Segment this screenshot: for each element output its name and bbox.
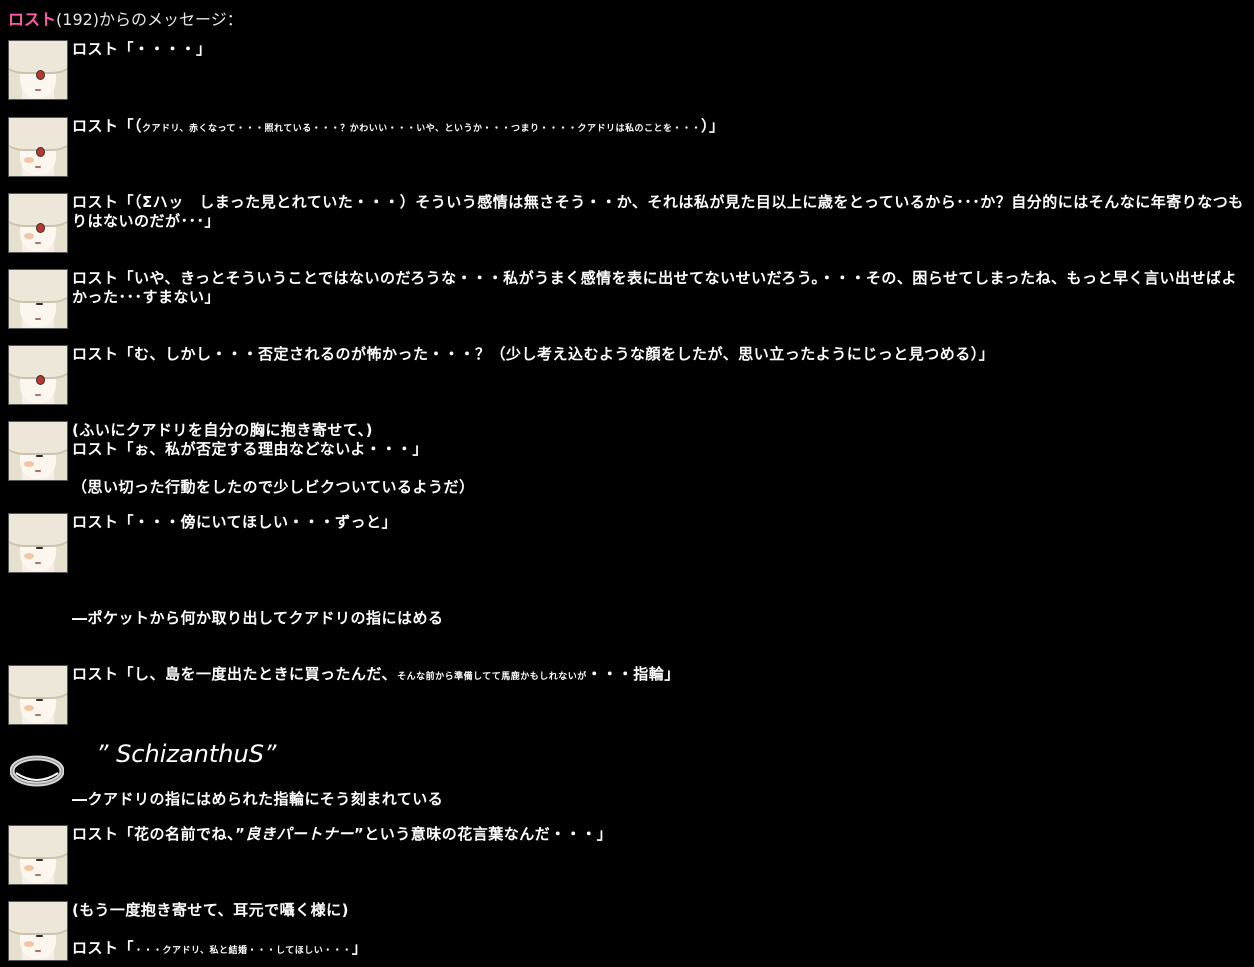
message-text: ロスト「いや、きっとそういうことではないのだろうな・・・私がうまく感情を表に出せ… <box>72 269 1237 306</box>
message-line <box>72 920 1252 939</box>
message-text: (もう一度抱き寄せて、耳元で囁く様に) ロスト「・・・クアドリ、私と結婚・・・し… <box>72 901 1252 961</box>
avatar-icon <box>8 421 68 481</box>
ring-inscription: ” SchizanthuS” <box>96 740 277 768</box>
message-prefix: ロスト「し、島を一度出たときに買ったんだ、 <box>72 665 398 683</box>
message-italic: 良きパートナー <box>245 825 354 843</box>
avatar-icon <box>8 345 68 405</box>
message-text: ロスト「花の名前でね、”良きパートナー”という意味の花言葉なんだ・・・」 <box>72 825 1252 844</box>
avatar-icon <box>8 40 68 100</box>
message-small: クアドリ、赤くなって・・・照れている・・・？かわいい・・・いや、というか・・・つ… <box>142 124 701 134</box>
message-small: そんな前から準備してて馬鹿かもしれないが <box>397 672 587 682</box>
header-suffix: (192)からのメッセージ： <box>56 10 243 29</box>
message-text: ロスト「・・・・」 <box>72 40 212 58</box>
message-prefix: ロスト「花の名前でね、” <box>72 825 246 843</box>
message-line: (もう一度抱き寄せて、耳元で囁く様に) <box>72 901 350 919</box>
avatar-icon <box>8 513 68 573</box>
message-prefix: ロスト「 <box>72 939 135 957</box>
message-text: ロスト「・・・傍にいてほしい・・・ずっと」 <box>72 513 398 531</box>
avatar-icon <box>8 269 68 329</box>
message-text: (ふいにクアドリを自分の胸に抱き寄せて、) ロスト「ぉ、私が否定する理由などない… <box>72 421 1252 497</box>
avatar-icon <box>8 825 68 885</box>
message-suffix: ”という意味の花言葉なんだ・・・」 <box>353 825 613 843</box>
message-text: ロスト「む、しかし・・・否定されるのが怖かった・・・？（少し考え込むような顔をし… <box>72 345 995 363</box>
message-line: （思い切った行動をしたので少しビクついているようだ） <box>72 478 475 496</box>
narration-text: ―クアドリの指にはめられた指輪にそう刻まれている <box>72 790 444 808</box>
ring-icon <box>10 755 64 787</box>
message-line: (ふいにクアドリを自分の胸に抱き寄せて、) <box>72 421 373 439</box>
message-suffix: 」 <box>351 939 368 957</box>
avatar-icon <box>8 193 68 253</box>
avatar-icon <box>8 901 68 961</box>
message-text: ロスト「（クアドリ、赤くなって・・・照れている・・・？かわいい・・・いや、という… <box>72 117 1252 139</box>
message-line <box>72 459 1252 478</box>
message-text: ロスト「し、島を一度出たときに買ったんだ、そんな前から準備してて馬鹿かもしれない… <box>72 665 1252 687</box>
message-text: ロスト「（Σハッ しまった見とれていた・・・）そういう感情は無さそう・・か、それ… <box>72 193 1244 230</box>
message-suffix: ）」 <box>701 117 725 135</box>
avatar-icon <box>8 665 68 725</box>
message-prefix: ロスト「（ <box>72 117 143 135</box>
avatar-icon <box>8 117 68 177</box>
message-line: ロスト「ぉ、私が否定する理由などないよ・・・」 <box>72 440 428 458</box>
message-header: ロスト(192)からのメッセージ： <box>8 6 243 30</box>
message-suffix: ・・・指輪」 <box>586 665 680 683</box>
narration-text: ―ポケットから何か取り出してクアドリの指にはめる <box>72 609 444 627</box>
message-small: ・・・クアドリ、私と結婚・・・してほしい・・・ <box>134 946 352 956</box>
sender-name[interactable]: ロスト <box>8 10 56 29</box>
